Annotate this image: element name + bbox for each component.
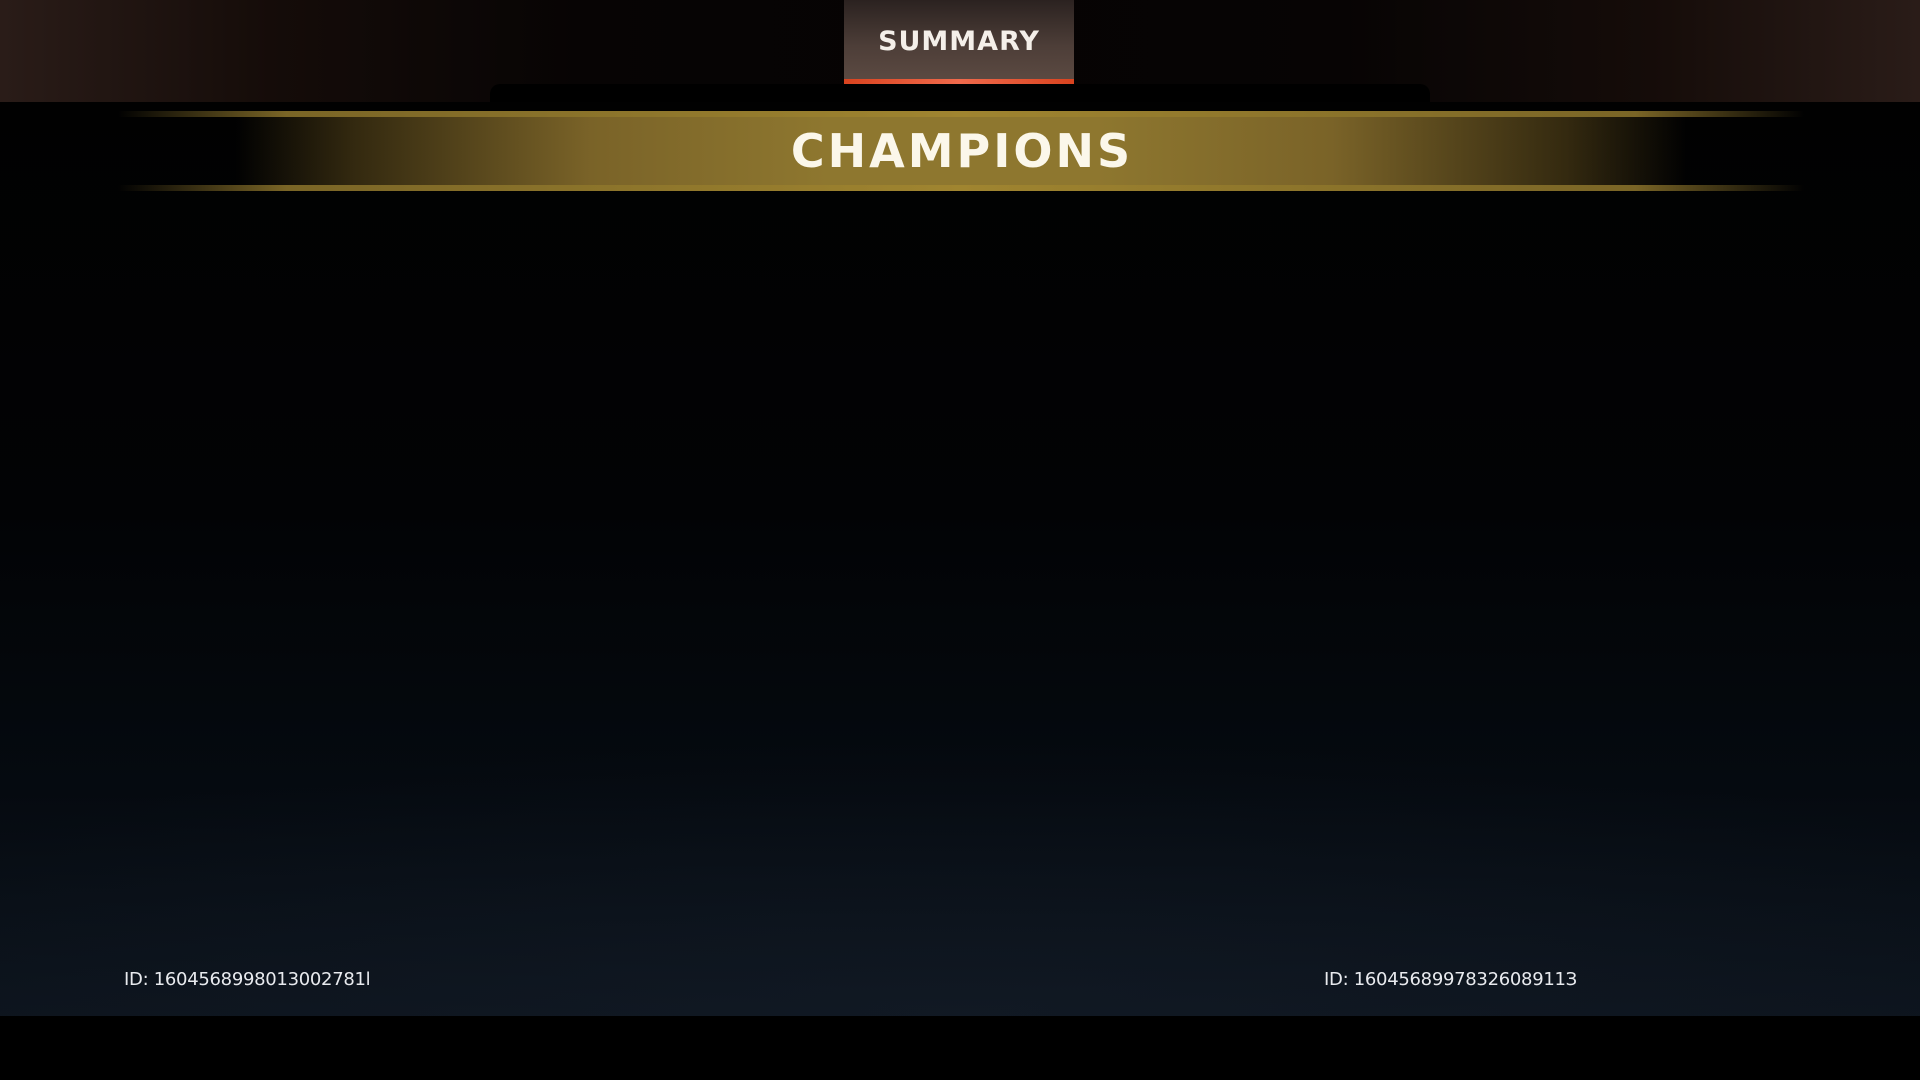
player-id-left: ID: 1604568998013002781l <box>124 969 371 990</box>
tab-summary-label: SUMMARY <box>878 25 1040 57</box>
bottom-bar <box>0 1016 1920 1080</box>
banner-bottom-border <box>118 185 1804 191</box>
player-id-right: ID: 1604568997832608911З <box>1324 969 1577 990</box>
scene-floor-glow <box>0 102 1920 1016</box>
banner-title: CHAMPIONS <box>790 124 1134 178</box>
tab-notch <box>490 84 1430 102</box>
tab-active-indicator <box>844 79 1074 84</box>
champions-banner: CHAMPIONS <box>118 117 1804 185</box>
tab-summary[interactable]: SUMMARY <box>844 0 1074 84</box>
